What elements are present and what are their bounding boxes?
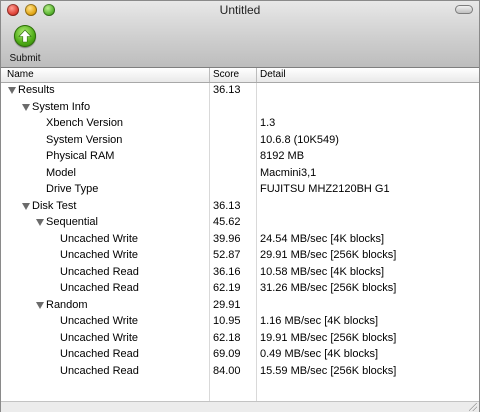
column-divider[interactable] [209,68,210,82]
column-header-detail[interactable]: Detail [260,69,286,80]
row-detail: FUJITSU MHZ2120BH G1 [260,183,390,195]
row-score: 84.00 [213,364,241,377]
outline-row[interactable]: Drive Type FUJITSU MHZ2120BH G1 [1,182,479,198]
resize-grip-icon[interactable] [469,403,477,411]
outline-row[interactable]: Uncached Write 39.96 24.54 MB/sec [4K bloc… [1,232,479,248]
outline-row[interactable]: Uncached Write 62.18 19.91 MB/sec [256K bl… [1,331,479,347]
row-name: Results [18,84,55,96]
row-detail: 10.6.8 (10K549) [260,133,339,146]
outline-row[interactable]: Results 36.13 [1,83,479,99]
row-score: 62.18 [213,331,241,344]
row-score: 45.62 [213,216,241,228]
column-header-name[interactable]: Name [7,69,34,80]
column-header-row: Name Score Detail [1,68,479,83]
row-score: 29.91 [213,298,241,311]
outline-row[interactable]: Xbench Version 1.3 [1,116,479,132]
window-title: Untitled [219,3,261,17]
row-detail: 1.16 MB/sec [4K blocks] [260,315,378,327]
row-name: Xbench Version [46,117,124,129]
submit-label: Submit [9,53,41,64]
row-name: Uncached Read [60,348,139,360]
row-name: Uncached Read [60,282,139,294]
row-detail: 0.49 MB/sec [4K blocks] [260,348,378,360]
disclosure-triangle-icon[interactable] [22,103,30,111]
row-score: 52.87 [213,249,241,261]
outline-row[interactable]: Physical RAM 8192 MB [1,149,479,165]
row-name: System Version [46,133,123,146]
row-detail: 31.26 MB/sec [256K blocks] [260,282,397,294]
row-detail: 15.59 MB/sec [256K blocks] [260,364,397,377]
row-detail: 24.54 MB/sec [4K blocks] [260,232,385,245]
row-name: Uncached Write [60,315,139,327]
row-name: Uncached Write [60,331,139,344]
row-score: 69.09 [213,348,241,360]
outline-row[interactable]: Uncached Read 36.16 10.58 MB/sec [4K block… [1,265,479,281]
results-outline[interactable]: Results 36.13 System Info Xbench Version 1.3… [1,83,479,401]
outline-row[interactable]: Sequential 45.62 [1,215,479,231]
outline-row[interactable]: System Version 10.6.8 (10K549) [1,133,479,149]
row-detail: 19.91 MB/sec [256K blocks] [260,331,397,344]
row-detail: 1.3 [260,117,276,129]
row-score: 10.95 [213,315,241,327]
disclosure-triangle-icon[interactable] [36,301,44,309]
row-score: 36.13 [213,199,241,212]
outline-row[interactable]: Random 29.91 [1,298,479,314]
row-name: Physical RAM [46,150,115,162]
row-name: Disk Test [32,199,77,212]
outline-row[interactable]: Disk Test 36.13 [1,199,479,215]
outline-row[interactable]: Uncached Read 62.19 31.26 MB/sec [256K blo… [1,281,479,297]
row-name: Drive Type [46,183,99,195]
toolbar: Untitled Submit [1,1,479,68]
disclosure-triangle-icon[interactable] [8,87,16,94]
status-bar [1,401,479,412]
row-detail: 8192 MB [260,150,305,162]
outline-row[interactable]: Model Macmini3,1 [1,166,479,182]
column-divider[interactable] [256,68,257,82]
disclosure-triangle-icon[interactable] [22,202,30,210]
green-up-arrow-icon [14,25,36,47]
row-score: 39.96 [213,232,241,245]
toolbar-toggle-button[interactable] [455,5,473,14]
outline-row[interactable]: Uncached Write 52.87 29.91 MB/sec [256K bl… [1,248,479,264]
row-name: Uncached Write [60,232,139,245]
row-score: 36.16 [213,265,241,278]
outline-row[interactable]: Uncached Read 84.00 15.59 MB/sec [256K blo… [1,364,479,380]
column-header-score[interactable]: Score [213,69,239,80]
row-detail: 10.58 MB/sec [4K blocks] [260,265,385,278]
submit-button[interactable]: Submit [7,25,43,65]
row-detail: Macmini3,1 [260,166,317,179]
outline-row[interactable]: Uncached Read 69.09 0.49 MB/sec [4K blocks… [1,347,479,363]
row-name: Random [46,298,88,311]
row-score: 36.13 [213,84,241,96]
row-score: 62.19 [213,282,241,294]
row-name: System Info [32,100,91,113]
row-name: Sequential [46,216,98,228]
row-name: Uncached Read [60,364,139,377]
disclosure-triangle-icon[interactable] [36,219,44,226]
outline-row[interactable]: System Info [1,100,479,116]
row-name: Uncached Read [60,265,139,278]
app-window: Untitled Submit Name Score Detail Result… [0,0,480,412]
outline-row[interactable]: Uncached Write 10.95 1.16 MB/sec [4K block… [1,314,479,330]
row-name: Uncached Write [60,249,139,261]
row-name: Model [46,166,76,179]
row-detail: 29.91 MB/sec [256K blocks] [260,249,397,261]
